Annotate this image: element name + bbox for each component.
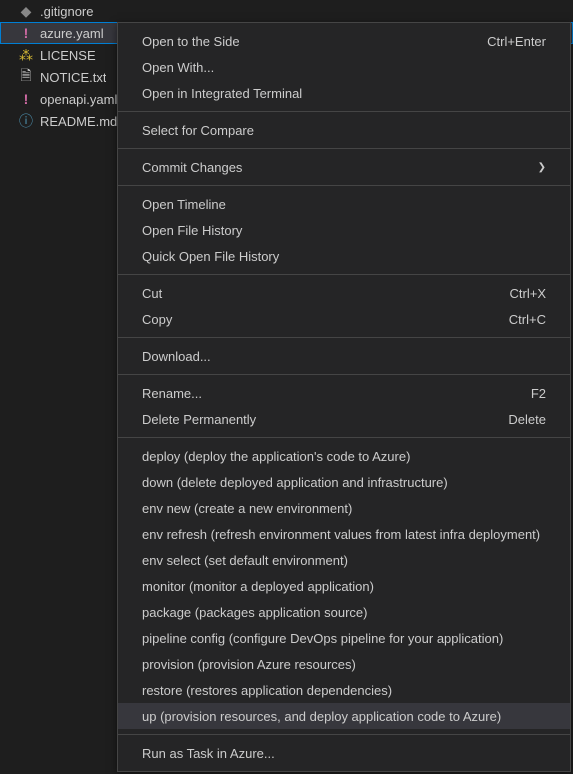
menu-separator [118, 437, 570, 438]
file-label: azure.yaml [40, 26, 104, 41]
menu-separator [118, 148, 570, 149]
menu-item-label: env select (set default environment) [142, 553, 348, 568]
menu-item[interactable]: monitor (monitor a deployed application) [118, 573, 570, 599]
chevron-right-icon: ❯ [538, 162, 546, 173]
menu-item-label: deploy (deploy the application's code to… [142, 449, 410, 464]
menu-separator [118, 374, 570, 375]
menu-separator [118, 274, 570, 275]
menu-item-label: Delete Permanently [142, 412, 256, 427]
menu-item[interactable]: env new (create a new environment) [118, 495, 570, 521]
menu-item[interactable]: pipeline config (configure DevOps pipeli… [118, 625, 570, 651]
menu-item-label: Run as Task in Azure... [142, 746, 275, 761]
menu-item-label: env new (create a new environment) [142, 501, 352, 516]
license-icon: ⁂ [18, 47, 34, 63]
menu-item[interactable]: package (packages application source) [118, 599, 570, 625]
menu-item[interactable]: provision (provision Azure resources) [118, 651, 570, 677]
gitignore-icon: ◆ [18, 3, 34, 19]
menu-separator [118, 111, 570, 112]
menu-item[interactable]: Open to the Side Ctrl+Enter [118, 28, 570, 54]
yaml-icon: ! [18, 91, 34, 107]
menu-item[interactable]: Download... [118, 343, 570, 369]
menu-item-label: Open File History [142, 223, 242, 238]
menu-item-shortcut: F2 [531, 386, 546, 401]
menu-item[interactable]: env select (set default environment) [118, 547, 570, 573]
menu-item[interactable]: env refresh (refresh environment values … [118, 521, 570, 547]
menu-item[interactable]: Delete Permanently Delete [118, 406, 570, 432]
menu-item-label: Copy [142, 312, 172, 327]
menu-item-label: down (delete deployed application and in… [142, 475, 448, 490]
menu-item[interactable]: restore (restores application dependenci… [118, 677, 570, 703]
menu-item[interactable]: Open in Integrated Terminal [118, 80, 570, 106]
menu-item-label: restore (restores application dependenci… [142, 683, 392, 698]
menu-item[interactable]: Cut Ctrl+X [118, 280, 570, 306]
menu-item[interactable]: Rename... F2 [118, 380, 570, 406]
menu-item[interactable]: Open File History [118, 217, 570, 243]
menu-item[interactable]: Commit Changes ❯ [118, 154, 570, 180]
context-menu: Open to the Side Ctrl+Enter Open With... Op… [117, 22, 571, 772]
menu-item-label: env refresh (refresh environment values … [142, 527, 540, 542]
yaml-icon: ! [18, 25, 34, 41]
file-label: LICENSE [40, 48, 96, 63]
menu-item-label: up (provision resources, and deploy appl… [142, 709, 501, 724]
menu-item-label: Cut [142, 286, 162, 301]
menu-item[interactable]: Run as Task in Azure... [118, 740, 570, 766]
menu-item-label: Download... [142, 349, 211, 364]
menu-separator [118, 185, 570, 186]
menu-item-label: Open Timeline [142, 197, 226, 212]
menu-item-label: Rename... [142, 386, 202, 401]
menu-item[interactable]: Open With... [118, 54, 570, 80]
menu-item-label: provision (provision Azure resources) [142, 657, 356, 672]
menu-item[interactable]: Select for Compare [118, 117, 570, 143]
menu-item-shortcut: Ctrl+Enter [487, 34, 546, 49]
menu-item-label: pipeline config (configure DevOps pipeli… [142, 631, 503, 646]
menu-item-label: Open in Integrated Terminal [142, 86, 302, 101]
txt-icon: 🗎 [18, 69, 34, 85]
readme-icon: ⓘ [18, 113, 34, 129]
menu-item-shortcut: Ctrl+X [510, 286, 546, 301]
menu-item[interactable]: Copy Ctrl+C [118, 306, 570, 332]
menu-item[interactable]: down (delete deployed application and in… [118, 469, 570, 495]
menu-item[interactable]: Quick Open File History [118, 243, 570, 269]
menu-item-label: Open With... [142, 60, 214, 75]
file-label: NOTICE.txt [40, 70, 106, 85]
menu-item-label: monitor (monitor a deployed application) [142, 579, 374, 594]
file-label: openapi.yaml [40, 92, 117, 107]
menu-item[interactable]: Open Timeline [118, 191, 570, 217]
file-label: README.md [40, 114, 117, 129]
menu-item-label: package (packages application source) [142, 605, 367, 620]
menu-item-shortcut: Ctrl+C [509, 312, 546, 327]
menu-item-label: Select for Compare [142, 123, 254, 138]
menu-separator [118, 734, 570, 735]
menu-separator [118, 337, 570, 338]
menu-item-label: Quick Open File History [142, 249, 279, 264]
menu-item-label: Open to the Side [142, 34, 240, 49]
menu-item[interactable]: up (provision resources, and deploy appl… [118, 703, 570, 729]
menu-item-label: Commit Changes [142, 160, 242, 175]
file-label: .gitignore [40, 4, 93, 19]
file-row--gitignore[interactable]: ◆ .gitignore [0, 0, 573, 22]
menu-item-shortcut: Delete [508, 412, 546, 427]
menu-item[interactable]: deploy (deploy the application's code to… [118, 443, 570, 469]
